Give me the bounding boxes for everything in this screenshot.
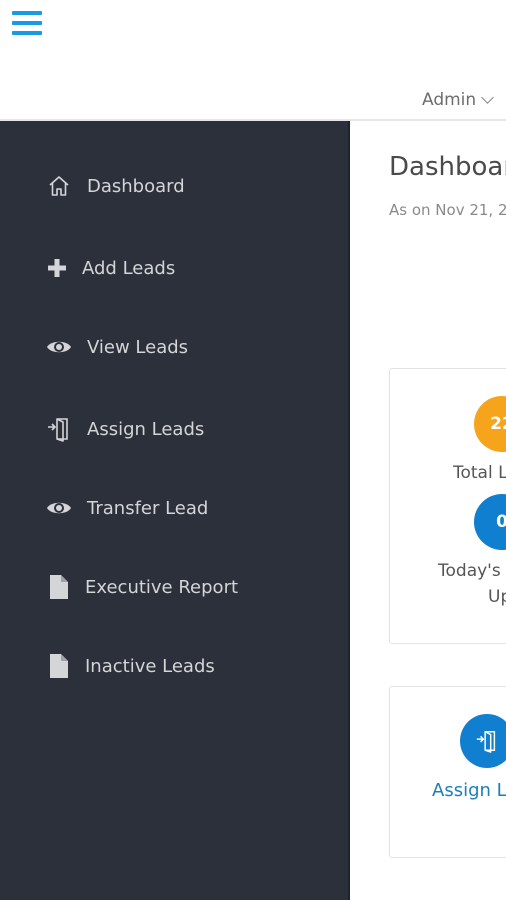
user-menu-label: Admin	[422, 90, 477, 110]
sidebar-item-assign-leads[interactable]: Assign Leads	[46, 416, 204, 442]
door-enter-icon	[46, 416, 72, 442]
sidebar-item-label: Assign Leads	[87, 418, 205, 440]
sidebar: Dashboard Add Leads View Leads Assign Le…	[0, 121, 350, 900]
total-leads-badge: 22	[474, 396, 506, 452]
assign-leads-card[interactable]: Assign Le	[389, 686, 506, 858]
eye-icon	[46, 334, 72, 360]
sidebar-item-label: View Leads	[87, 336, 189, 358]
hamburger-menu-icon[interactable]	[12, 11, 42, 37]
sidebar-item-transfer-lead[interactable]: Transfer Lead	[46, 495, 208, 521]
main-content: Dashboar As on Nov 21, 2 22 Total L 0 To…	[352, 121, 506, 900]
file-icon	[46, 653, 72, 679]
stats-card: 22 Total L 0 Today's Up	[389, 368, 506, 644]
page-title: Dashboar	[389, 152, 506, 182]
total-leads-label: Total L	[453, 463, 506, 483]
assign-leads-link[interactable]: Assign Le	[432, 780, 506, 801]
plus-icon	[44, 255, 70, 281]
today-count-badge: 0	[474, 494, 506, 550]
home-icon	[46, 173, 72, 199]
today-label: Today's	[438, 561, 501, 581]
sidebar-item-label: Add Leads	[82, 257, 176, 279]
sidebar-item-label: Dashboard	[87, 175, 185, 197]
eye-icon	[46, 495, 72, 521]
sidebar-item-inactive-leads[interactable]: Inactive Leads	[46, 653, 215, 679]
today-label-line2: Up	[488, 587, 506, 607]
chevron-down-icon	[481, 91, 495, 104]
sidebar-item-view-leads[interactable]: View Leads	[46, 334, 188, 360]
sidebar-item-label: Transfer Lead	[87, 497, 209, 519]
sidebar-item-dashboard[interactable]: Dashboard	[46, 173, 185, 199]
sidebar-item-add-leads[interactable]: Add Leads	[44, 255, 175, 281]
top-header: Admin	[0, 0, 506, 121]
as-on-date: As on Nov 21, 2	[389, 201, 506, 219]
user-menu[interactable]: Admin	[422, 90, 495, 110]
file-icon	[46, 574, 72, 600]
sidebar-item-executive-report[interactable]: Executive Report	[46, 574, 238, 600]
door-enter-icon	[460, 714, 506, 768]
sidebar-item-label: Executive Report	[85, 576, 239, 598]
sidebar-item-label: Inactive Leads	[85, 655, 215, 677]
